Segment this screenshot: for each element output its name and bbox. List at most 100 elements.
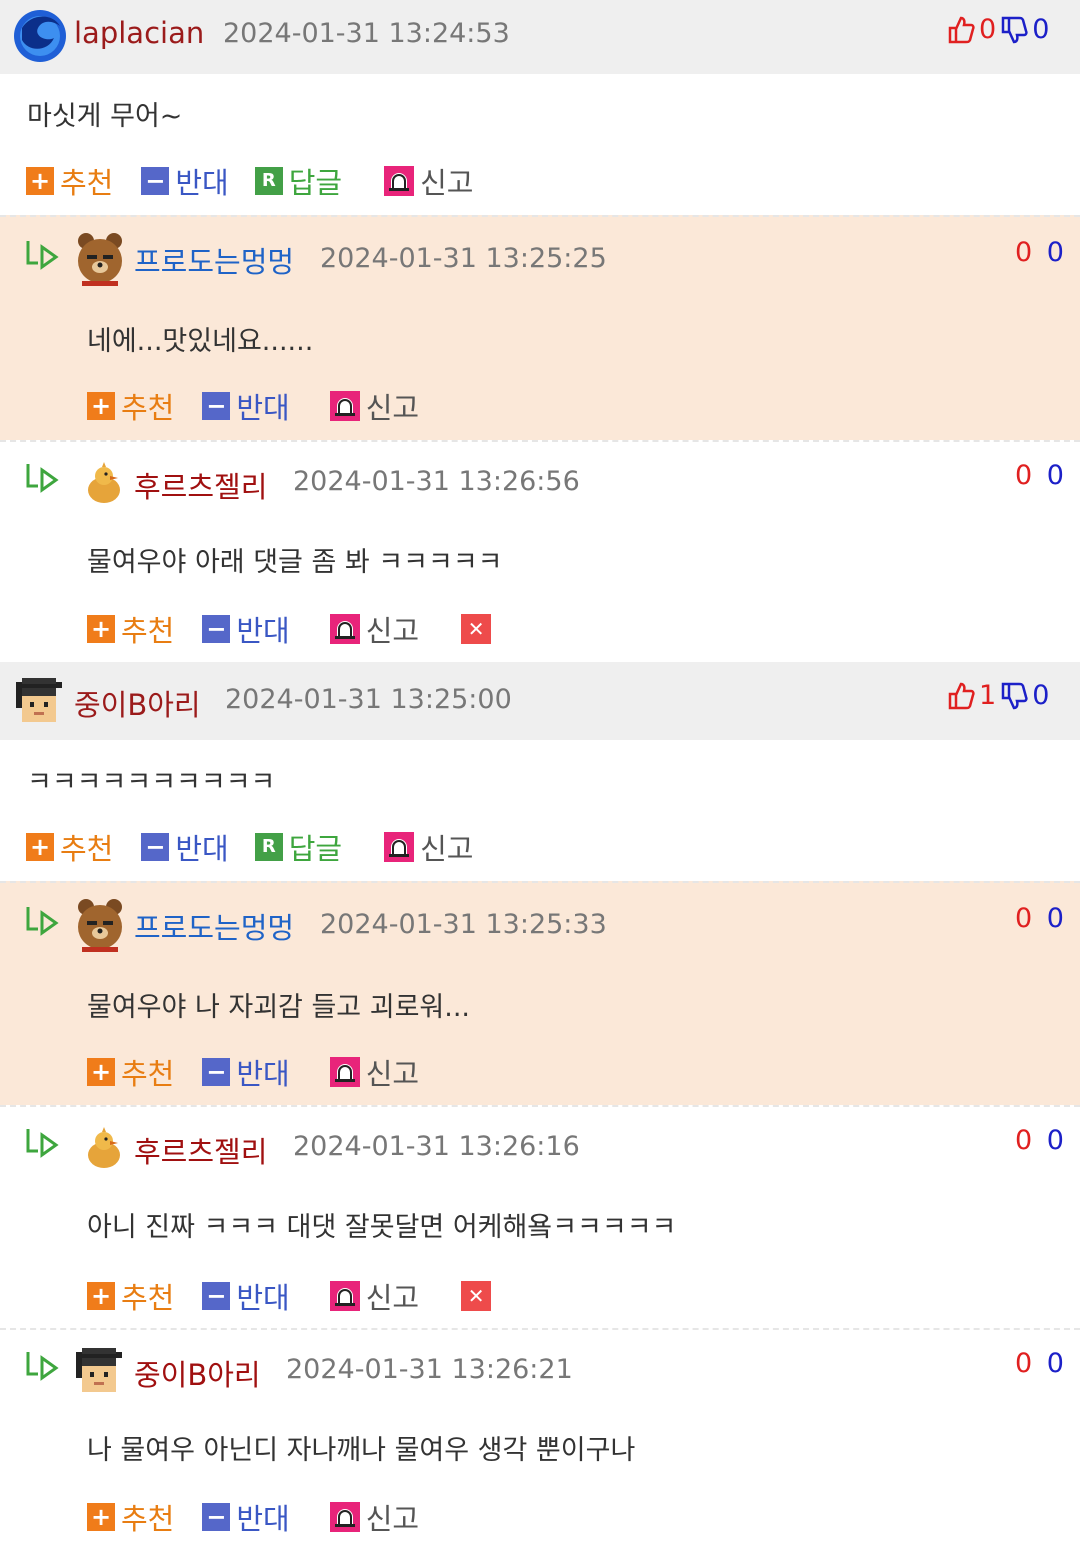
report-button[interactable]: 신고 bbox=[329, 385, 419, 427]
up-count: 0 bbox=[1015, 1125, 1033, 1156]
up-count: 0 bbox=[1015, 903, 1033, 934]
reply-arrow-icon bbox=[26, 1352, 59, 1381]
down-count: 0 bbox=[1032, 14, 1050, 45]
bear-avatar-icon bbox=[78, 233, 122, 286]
recommend-button[interactable]: + 추천 bbox=[26, 826, 113, 868]
down-count: 0 bbox=[1046, 1125, 1064, 1156]
report-button[interactable]: 신고 bbox=[329, 608, 419, 650]
comment-actions: + 추천 − 반대 R 답글 신고 bbox=[26, 160, 474, 202]
chick-avatar-icon bbox=[88, 1127, 120, 1168]
oppose-button[interactable]: − 반대 bbox=[141, 826, 229, 868]
bear-avatar-icon bbox=[78, 899, 122, 952]
reply-button[interactable]: R 답글 bbox=[254, 160, 342, 202]
report-button[interactable]: 신고 bbox=[329, 1275, 419, 1317]
author-name[interactable]: laplacian bbox=[74, 16, 204, 50]
author-name[interactable]: 중이B아리 bbox=[74, 682, 201, 724]
plus-icon: + bbox=[87, 1282, 115, 1310]
author-name[interactable]: 중이B아리 bbox=[134, 1352, 261, 1394]
comment-text: 네에...맛있네요...... bbox=[87, 326, 314, 357]
vote-counts: 0 0 bbox=[1015, 237, 1064, 268]
comment-actions: + 추천 − 반대 신고 ✕ bbox=[87, 608, 492, 650]
author-name[interactable]: 후르츠젤리 bbox=[134, 464, 267, 506]
vote-counts: 1 0 bbox=[947, 680, 1049, 711]
report-button[interactable]: 신고 bbox=[384, 160, 474, 202]
recommend-button[interactable]: + 추천 bbox=[87, 385, 174, 427]
comment-actions: + 추천 − 반대 신고 bbox=[87, 385, 419, 427]
oppose-button[interactable]: − 반대 bbox=[202, 385, 290, 427]
reply-arrow-icon bbox=[26, 1129, 59, 1158]
plus-icon: + bbox=[26, 833, 54, 861]
oppose-button[interactable]: − 반대 bbox=[141, 160, 229, 202]
comment-date: 2024-01-31 13:26:21 bbox=[286, 1354, 573, 1385]
vote-counts: 0 0 bbox=[947, 14, 1049, 45]
reply-comment: 프로도는멍멍 2024-01-31 13:25:33 0 0 물여우야 나 자괴… bbox=[0, 881, 1080, 1105]
reply-icon: R bbox=[254, 167, 283, 195]
oppose-button[interactable]: − 반대 bbox=[202, 1051, 290, 1093]
minus-icon: − bbox=[202, 1503, 231, 1531]
recommend-button[interactable]: + 추천 bbox=[87, 1496, 174, 1538]
comment-actions: + 추천 − 반대 신고 bbox=[87, 1496, 419, 1538]
reply-comment: 후르츠젤리 2024-01-31 13:26:16 0 0 아니 진짜 ㅋㅋㅋ … bbox=[0, 1105, 1080, 1328]
comment-actions: + 추천 − 반대 신고 bbox=[87, 1051, 419, 1093]
oppose-button[interactable]: − 반대 bbox=[202, 608, 290, 650]
comment-date: 2024-01-31 13:24:53 bbox=[223, 18, 510, 49]
down-count: 0 bbox=[1032, 680, 1050, 711]
down-count: 0 bbox=[1046, 237, 1064, 268]
comment-date: 2024-01-31 13:25:33 bbox=[320, 909, 607, 940]
thumbs-down-icon[interactable] bbox=[1000, 681, 1028, 711]
comment-actions: + 추천 − 반대 신고 ✕ bbox=[87, 1275, 492, 1317]
pixel-student-avatar-icon bbox=[16, 678, 62, 722]
firefox-avatar-icon bbox=[14, 10, 66, 62]
minus-icon: − bbox=[202, 1282, 231, 1310]
report-button[interactable]: 신고 bbox=[329, 1496, 419, 1538]
recommend-button[interactable]: + 추천 bbox=[87, 608, 174, 650]
comment-text: 마싯게 무어~ bbox=[27, 101, 183, 132]
comment-text: 물여우야 아래 댓글 좀 봐 ㅋㅋㅋㅋㅋ bbox=[87, 547, 503, 578]
minus-icon: − bbox=[141, 167, 170, 195]
thumbs-up-icon[interactable] bbox=[947, 15, 975, 45]
siren-icon bbox=[329, 614, 360, 644]
comment-date: 2024-01-31 13:26:56 bbox=[293, 466, 580, 497]
author-name[interactable]: 프로도는멍멍 bbox=[134, 905, 294, 947]
recommend-button[interactable]: + 추천 bbox=[87, 1051, 174, 1093]
comment-text: 나 물여우 아닌디 자나깨나 물여우 생각 뿐이구나 bbox=[87, 1435, 636, 1466]
report-button[interactable]: 신고 bbox=[384, 826, 474, 868]
vote-counts: 0 0 bbox=[1015, 1348, 1064, 1379]
minus-icon: − bbox=[202, 392, 231, 420]
comment-header: 중이B아리 2024-01-31 13:25:00 1 0 bbox=[0, 662, 1080, 740]
report-button[interactable]: 신고 bbox=[329, 1051, 419, 1093]
comment-header: laplacian 2024-01-31 13:24:53 0 0 bbox=[0, 0, 1080, 74]
thumbs-down-icon[interactable] bbox=[1000, 15, 1028, 45]
recommend-button[interactable]: + 추천 bbox=[26, 160, 113, 202]
vote-counts: 0 0 bbox=[1015, 460, 1064, 491]
chick-avatar-icon bbox=[88, 462, 120, 503]
up-count: 0 bbox=[1015, 460, 1033, 491]
down-count: 0 bbox=[1046, 1348, 1064, 1379]
up-count: 0 bbox=[1015, 237, 1033, 268]
reply-icon: R bbox=[254, 833, 283, 861]
delete-icon[interactable]: ✕ bbox=[461, 1281, 492, 1311]
reply-button[interactable]: R 답글 bbox=[254, 826, 342, 868]
pixel-student-avatar-icon bbox=[76, 1348, 122, 1392]
author-name[interactable]: 프로도는멍멍 bbox=[134, 239, 294, 281]
comment-date: 2024-01-31 13:25:00 bbox=[225, 684, 512, 715]
reply-arrow-icon bbox=[26, 907, 59, 936]
thumbs-up-icon[interactable] bbox=[947, 681, 975, 711]
down-count: 0 bbox=[1046, 460, 1064, 491]
up-count: 0 bbox=[1015, 1348, 1033, 1379]
delete-icon[interactable]: ✕ bbox=[461, 614, 492, 644]
comment-actions: + 추천 − 반대 R 답글 신고 bbox=[26, 826, 474, 868]
reply-comment: 프로도는멍멍 2024-01-31 13:25:25 0 0 네에...맛있네요… bbox=[0, 215, 1080, 440]
oppose-button[interactable]: − 반대 bbox=[202, 1496, 290, 1538]
minus-icon: − bbox=[202, 1058, 231, 1086]
plus-icon: + bbox=[87, 392, 115, 420]
comment-date: 2024-01-31 13:26:16 bbox=[293, 1131, 580, 1162]
reply-arrow-icon bbox=[26, 241, 59, 270]
siren-icon bbox=[329, 1502, 360, 1532]
author-name[interactable]: 후르츠젤리 bbox=[134, 1129, 267, 1171]
plus-icon: + bbox=[26, 167, 54, 195]
oppose-button[interactable]: − 반대 bbox=[202, 1275, 290, 1317]
recommend-button[interactable]: + 추천 bbox=[87, 1275, 174, 1317]
siren-icon bbox=[384, 832, 415, 862]
up-count: 1 bbox=[979, 680, 997, 711]
